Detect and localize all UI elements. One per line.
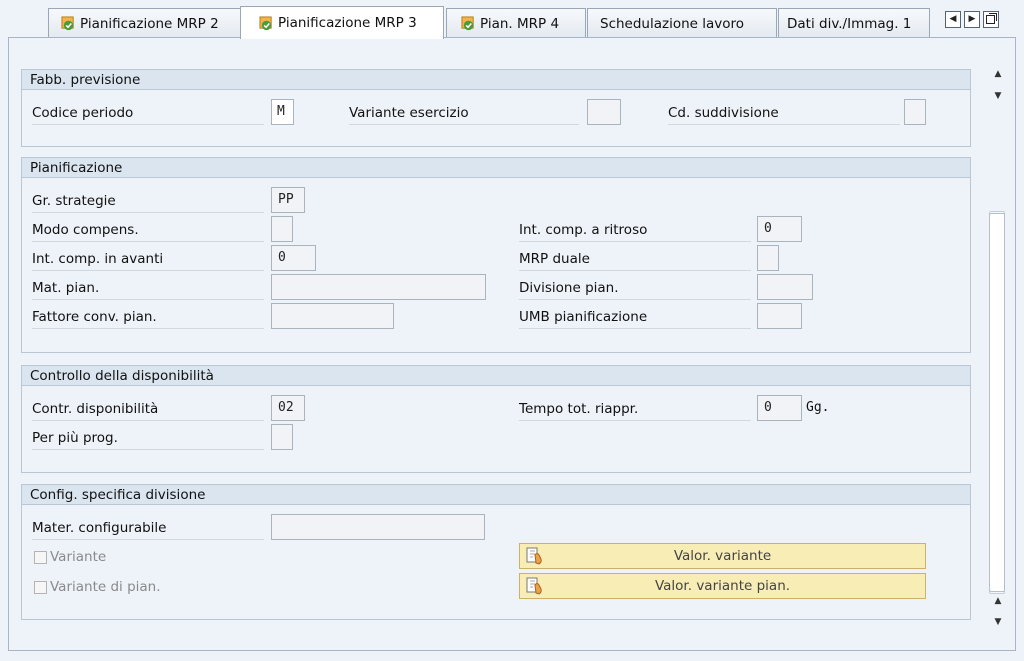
scroll-page-down-button[interactable]: ▼	[990, 89, 1006, 103]
tab-scroll-right-button[interactable]: ▶	[964, 11, 980, 28]
configurable-material-field[interactable]	[271, 514, 485, 540]
tab-strip: Pianificazione MRP 2 Pianificazione MRP …	[0, 0, 1024, 39]
label-fiscal-variant: Variante esercizio	[349, 103, 579, 125]
label-period: Codice periodo	[32, 103, 264, 125]
label-cons-mode: Modo compens.	[32, 220, 264, 242]
checkbox-label: Variante di pian.	[50, 579, 161, 595]
label-dual-mrp: MRP duale	[519, 249, 751, 271]
val-variant-button[interactable]: Valor. variante	[519, 543, 926, 569]
arrow-down-icon: ▼	[994, 91, 1002, 101]
plan-variant-checkbox[interactable]: Variante di pian.	[34, 579, 161, 595]
plan-plant-field[interactable]	[757, 274, 813, 300]
tab-schedulazione-lavoro[interactable]: Schedulazione lavoro	[587, 8, 777, 38]
checkbox-box[interactable]	[34, 550, 47, 564]
tab-pianificazione-mrp-3[interactable]: Pianificazione MRP 3	[240, 6, 444, 39]
tab-label: Schedulazione lavoro	[600, 15, 745, 32]
dual-mrp-field[interactable]	[757, 245, 779, 271]
fiscal-variant-field[interactable]	[587, 99, 621, 125]
tab-label: Dati div./Immag. 1	[787, 15, 912, 32]
scroll-page-up-button[interactable]: ▲	[990, 594, 1006, 608]
tab-label: Pianificazione MRP 2	[80, 15, 219, 32]
scroll-up-button[interactable]: ▲	[990, 67, 1006, 81]
tab-list-button[interactable]	[983, 11, 999, 28]
label-configurable-material: Mater. configurabile	[32, 518, 264, 540]
availability-check-field[interactable]: 02	[271, 395, 305, 421]
label-bwd-cons: Int. comp. a ritroso	[519, 220, 751, 242]
group-forecast: Fabb. previsione Codice periodo M Varian…	[21, 69, 971, 147]
split-field[interactable]	[904, 99, 926, 125]
hand-config-icon	[526, 577, 542, 595]
lead-time-field[interactable]: 0	[757, 395, 802, 421]
group-header: Pianificazione	[22, 158, 970, 178]
check-doc-icon	[259, 15, 272, 30]
check-doc-icon	[461, 16, 474, 31]
cons-mode-field[interactable]	[271, 216, 293, 242]
checkbox-label: Variante	[50, 549, 107, 565]
label-split: Cd. suddivisione	[668, 103, 900, 125]
arrow-right-icon: ▶	[968, 14, 976, 24]
checkbox-box[interactable]	[34, 580, 47, 594]
bwd-cons-field[interactable]: 0	[757, 216, 802, 242]
label-plan-material: Mat. pian.	[32, 278, 264, 300]
group-plant-config: Config. specifica divisione Mater. confi…	[21, 484, 971, 620]
plan-material-field[interactable]	[271, 274, 486, 300]
multi-proj-field[interactable]	[271, 424, 293, 450]
plan-uom-field[interactable]	[757, 303, 802, 329]
conv-factor-field[interactable]	[271, 303, 394, 329]
group-availability: Controllo della disponibilità Contr. dis…	[21, 365, 971, 473]
label-lead-time: Tempo tot. riappr.	[519, 399, 751, 421]
tab-pian-mrp-4[interactable]: Pian. MRP 4	[446, 8, 586, 38]
group-planning: Pianificazione Gr. strategie PP Modo com…	[21, 157, 971, 353]
label-availability-check: Contr. disponibilità	[32, 399, 264, 421]
strategy-group-field[interactable]: PP	[271, 187, 305, 213]
group-header: Fabb. previsione	[22, 70, 970, 90]
check-doc-icon	[61, 16, 74, 31]
val-plan-variant-button[interactable]: Valor. variante pian.	[519, 573, 926, 599]
tab-content-panel: Fabb. previsione Codice periodo M Varian…	[8, 37, 1016, 651]
label-strategy-group: Gr. strategie	[32, 191, 264, 213]
scroll-thumb[interactable]	[989, 213, 1005, 592]
scroll-down-button[interactable]: ▼	[990, 615, 1006, 629]
vertical-scrollbar[interactable]: ▲ ▼ ▲ ▼	[987, 63, 1009, 645]
tab-scroll-left-button[interactable]: ◀	[945, 11, 961, 28]
button-label: Valor. variante pian.	[654, 578, 791, 594]
label-plan-uom: UMB pianificazione	[519, 307, 751, 329]
group-header: Controllo della disponibilità	[22, 366, 970, 386]
tab-label: Pianificazione MRP 3	[278, 15, 417, 31]
tab-list-icon	[986, 13, 997, 24]
fwd-cons-field[interactable]: 0	[271, 245, 316, 271]
label-multi-proj: Per più prog.	[32, 428, 264, 450]
arrow-left-icon: ◀	[949, 14, 957, 24]
label-conv-factor: Fattore conv. pian.	[32, 307, 264, 329]
label-fwd-cons: Int. comp. in avanti	[32, 249, 264, 271]
tab-label: Pian. MRP 4	[480, 15, 560, 32]
arrow-down-icon: ▼	[994, 617, 1002, 627]
tab-navigation: ◀ ▶	[945, 11, 999, 28]
variant-checkbox[interactable]: Variante	[34, 549, 106, 565]
arrow-up-icon: ▲	[994, 596, 1002, 606]
arrow-up-icon: ▲	[994, 69, 1002, 79]
button-label: Valor. variante	[673, 548, 772, 564]
period-field[interactable]: M	[271, 99, 294, 125]
label-plan-plant: Divisione pian.	[519, 278, 751, 300]
tab-dati-div-immag-1[interactable]: Dati div./Immag. 1	[778, 8, 930, 38]
hand-config-icon	[526, 547, 542, 565]
tab-pianificazione-mrp-2[interactable]: Pianificazione MRP 2	[48, 8, 246, 38]
lead-time-unit: Gg.	[806, 400, 830, 415]
group-header: Config. specifica divisione	[22, 485, 970, 505]
